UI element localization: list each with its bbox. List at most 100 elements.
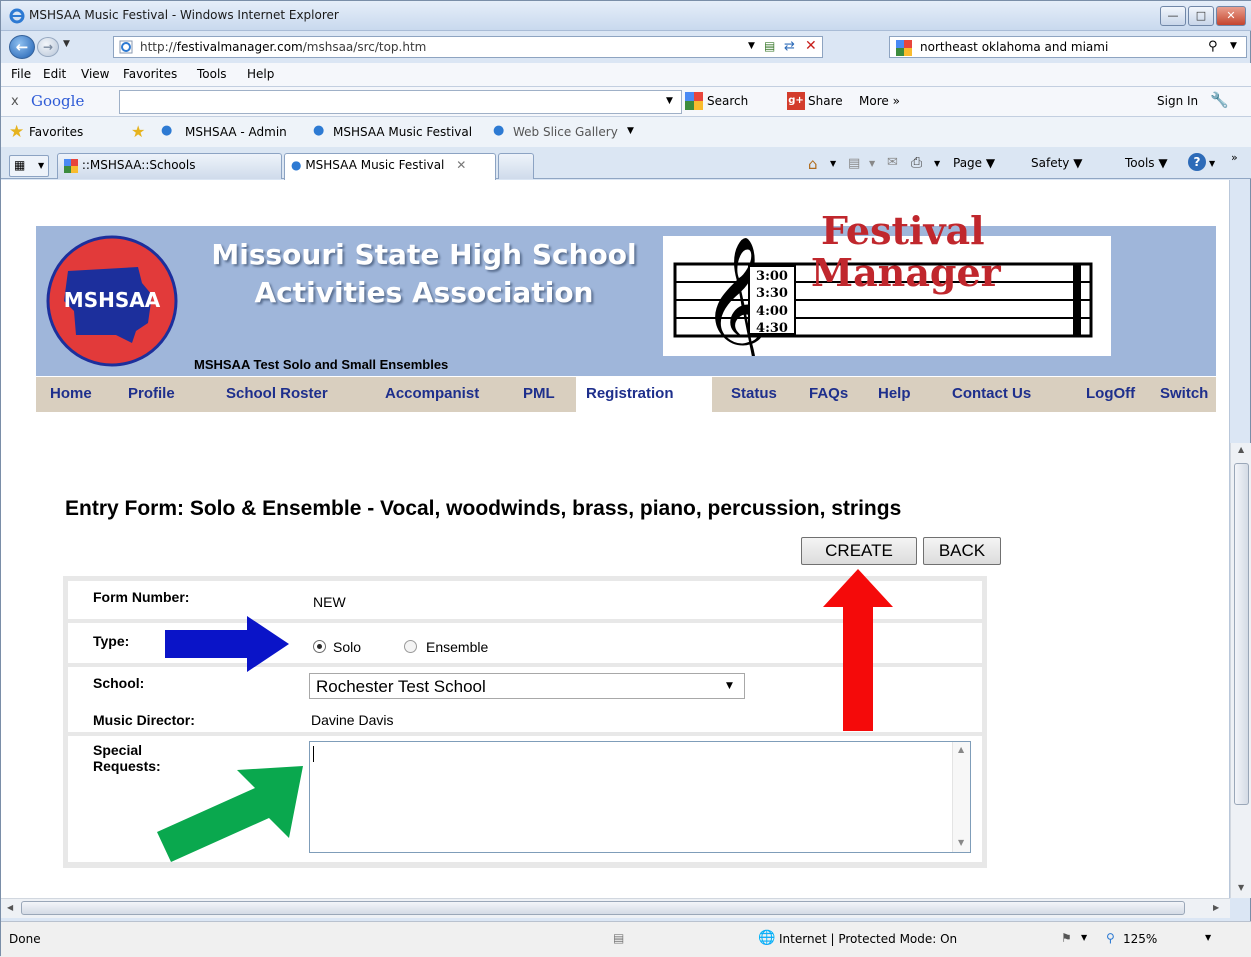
- url-path: /mshsaa/src/top.htm: [302, 40, 427, 54]
- menu-view[interactable]: View: [81, 67, 109, 81]
- back-nav-button[interactable]: ←: [9, 35, 35, 59]
- help-dropdown-icon[interactable]: ▼: [1209, 159, 1215, 168]
- help-icon[interactable]: ?: [1188, 153, 1206, 171]
- close-window-button[interactable]: ✕: [1216, 6, 1246, 26]
- nav-home[interactable]: Home: [50, 385, 92, 402]
- feeds-icon[interactable]: ▤: [848, 156, 860, 171]
- protected-mode-icon[interactable]: ⚑: [1061, 931, 1072, 945]
- maximize-button[interactable]: □: [1188, 6, 1214, 26]
- zoom-level[interactable]: 125%: [1123, 932, 1157, 946]
- menu-tools[interactable]: Tools: [197, 67, 227, 81]
- address-bar[interactable]: http://festivalmanager.com/mshsaa/src/to…: [113, 36, 823, 58]
- wrench-icon[interactable]: 🔧: [1210, 91, 1229, 109]
- page-menu[interactable]: Page ▼: [953, 156, 995, 170]
- nav-registration[interactable]: Registration: [576, 377, 712, 412]
- nav-contact-us[interactable]: Contact Us: [952, 385, 1031, 402]
- webslice-dropdown-icon[interactable]: ▼: [627, 126, 634, 136]
- tab-list-dropdown-icon[interactable]: ▼: [38, 161, 44, 170]
- music-director-label: Music Director:: [93, 712, 195, 728]
- google-search-input[interactable]: ▼: [119, 90, 682, 114]
- horizontal-scrollbar[interactable]: ◀ ▶: [1, 898, 1230, 918]
- solo-radio-label[interactable]: Solo: [333, 639, 361, 655]
- add-favorite-icon[interactable]: ★: [131, 122, 145, 141]
- ensemble-radio-label[interactable]: Ensemble: [426, 639, 488, 655]
- print-icon[interactable]: ⎙: [911, 155, 922, 171]
- protected-mode-dropdown-icon[interactable]: ▼: [1081, 933, 1087, 942]
- zoom-icon[interactable]: ⚲: [1106, 931, 1115, 945]
- tab-bar: ▦ ▼ ::MSHSAA::Schools ● MSHSAA Music Fes…: [1, 147, 1251, 180]
- search-dropdown-icon[interactable]: ▼: [1230, 41, 1237, 51]
- back-button[interactable]: BACK: [923, 537, 1001, 565]
- scroll-down-icon[interactable]: ▼: [958, 838, 964, 847]
- menu-help[interactable]: Help: [247, 67, 274, 81]
- forward-nav-button[interactable]: →: [37, 37, 59, 57]
- history-dropdown-icon[interactable]: ▼: [63, 39, 70, 49]
- menu-favorites[interactable]: Favorites: [123, 67, 177, 81]
- search-icon[interactable]: ⚲: [1208, 39, 1218, 54]
- nav-logoff[interactable]: LogOff: [1086, 385, 1135, 402]
- scroll-up-icon[interactable]: ▲: [1238, 445, 1244, 454]
- home-dropdown-icon[interactable]: ▼: [830, 159, 836, 168]
- create-button[interactable]: CREATE: [801, 537, 917, 565]
- scroll-right-icon[interactable]: ▶: [1213, 903, 1219, 912]
- site-banner: MSHSAA Missouri State High School Activi…: [36, 226, 1216, 376]
- address-dropdown-icon[interactable]: ▼: [748, 41, 755, 51]
- stop-icon[interactable]: ✕: [805, 38, 817, 54]
- scroll-up-icon[interactable]: ▲: [958, 745, 964, 754]
- safety-menu[interactable]: Safety ▼: [1031, 156, 1082, 170]
- tab-schools[interactable]: ::MSHSAA::Schools: [57, 153, 282, 179]
- print-dropdown-icon[interactable]: ▼: [934, 159, 940, 168]
- close-tab-icon[interactable]: ✕: [456, 158, 466, 172]
- menu-edit[interactable]: Edit: [43, 67, 66, 81]
- nav-accompanist[interactable]: Accompanist: [385, 385, 479, 402]
- sign-in-button[interactable]: Sign In: [1157, 94, 1198, 108]
- status-page-icon: ▤: [613, 931, 625, 945]
- google-favicon-icon: [64, 158, 78, 173]
- title-bar: MSHSAA Music Festival - Windows Internet…: [1, 1, 1251, 31]
- minimize-button[interactable]: —: [1160, 6, 1186, 26]
- favorites-button[interactable]: Favorites: [29, 125, 83, 139]
- new-tab-button[interactable]: [498, 153, 534, 179]
- ie-page-icon: ●: [313, 123, 325, 138]
- mail-icon[interactable]: ✉: [887, 155, 898, 170]
- search-box[interactable]: northeast oklahoma and miami ⚲ ▼: [889, 36, 1247, 58]
- nav-profile[interactable]: Profile: [128, 385, 175, 402]
- nav-faqs[interactable]: FAQs: [809, 385, 848, 402]
- zoom-dropdown-icon[interactable]: ▼: [1205, 933, 1211, 942]
- menu-file[interactable]: File: [11, 67, 31, 81]
- compat-view-icon[interactable]: ▤: [764, 39, 775, 53]
- quick-tabs-button[interactable]: ▦ ▼: [9, 155, 49, 177]
- google-search-button[interactable]: Search: [707, 94, 748, 108]
- tools-menu[interactable]: Tools ▼: [1125, 156, 1168, 170]
- home-icon[interactable]: ⌂: [808, 155, 818, 173]
- textarea-scrollbar[interactable]: ▲ ▼: [952, 742, 970, 852]
- favorite-link-festival[interactable]: MSHSAA Music Festival: [333, 125, 472, 139]
- nav-help[interactable]: Help: [878, 385, 911, 402]
- festival-manager-text: Festival Manager: [781, 210, 1001, 294]
- favorite-link-admin[interactable]: MSHSAA - Admin: [185, 125, 287, 139]
- scroll-thumb[interactable]: [1234, 463, 1249, 805]
- scroll-left-icon[interactable]: ◀: [7, 903, 13, 912]
- solo-radio[interactable]: [313, 640, 326, 653]
- more-button[interactable]: More »: [859, 94, 900, 108]
- ensemble-radio[interactable]: [404, 640, 417, 653]
- school-select[interactable]: Rochester Test School ▼: [309, 673, 745, 699]
- nav-switch[interactable]: Switch: [1160, 385, 1208, 402]
- google-search-dropdown-icon[interactable]: ▼: [666, 96, 673, 106]
- vertical-scrollbar[interactable]: ▲ ▼: [1230, 443, 1251, 898]
- share-button[interactable]: Share: [808, 94, 843, 108]
- scroll-down-icon[interactable]: ▼: [1238, 883, 1244, 892]
- chevron-more-icon[interactable]: »: [1231, 151, 1238, 164]
- nav-pml[interactable]: PML: [523, 385, 555, 402]
- security-zone[interactable]: Internet | Protected Mode: On: [779, 932, 957, 946]
- nav-school-roster[interactable]: School Roster: [226, 385, 328, 402]
- special-requests-textarea[interactable]: ▲ ▼: [309, 741, 971, 853]
- refresh-icon[interactable]: ⇄: [784, 39, 795, 54]
- favorite-link-webslice[interactable]: Web Slice Gallery: [513, 125, 618, 139]
- nav-status[interactable]: Status: [731, 385, 777, 402]
- form-number-label: Form Number:: [93, 589, 190, 605]
- google-toolbar-close[interactable]: x: [11, 94, 19, 109]
- feeds-dropdown-icon[interactable]: ▼: [869, 159, 875, 168]
- h-scroll-thumb[interactable]: [21, 901, 1185, 915]
- tab-music-festival[interactable]: ● MSHSAA Music Festival ✕: [284, 153, 496, 180]
